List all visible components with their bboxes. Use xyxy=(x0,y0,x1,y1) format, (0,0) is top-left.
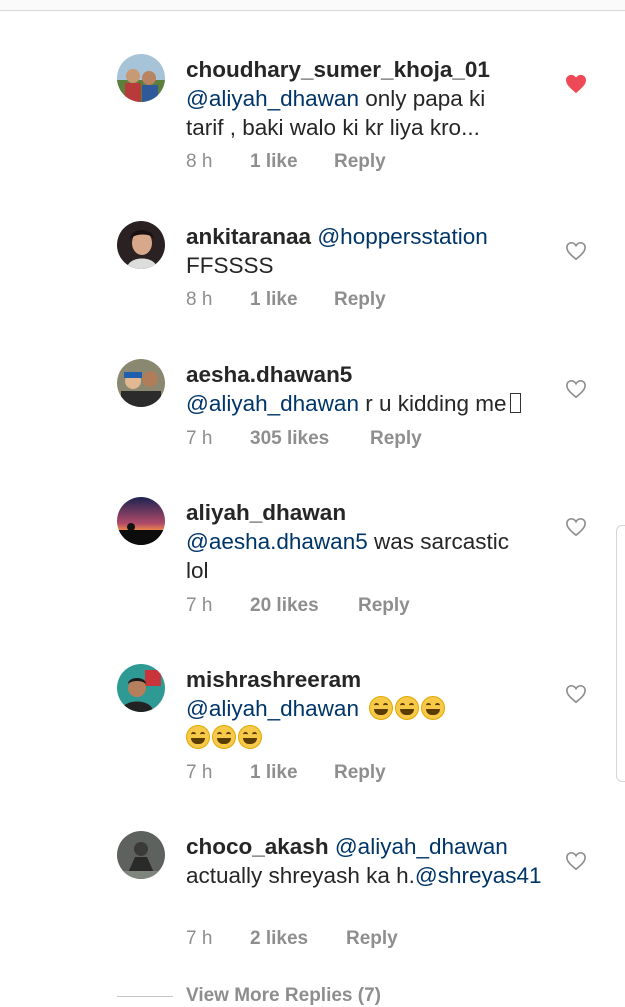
comment-likes[interactable]: 20 likes xyxy=(250,595,319,617)
top-divider xyxy=(0,0,625,11)
avatar[interactable] xyxy=(117,54,165,102)
heart-outline-icon[interactable] xyxy=(565,241,587,261)
comment-mention[interactable]: @aliyah_dhawan xyxy=(186,391,359,416)
reply-button[interactable]: Reply xyxy=(334,762,386,784)
comment-username[interactable]: ankitaranaa xyxy=(186,224,311,249)
comment-body: aliyah_dhawan @aesha.dhawan5 was sarcast… xyxy=(186,498,526,585)
comment-body: aesha.dhawan5 @aliyah_dhawan r u kidding… xyxy=(186,360,566,418)
comment-time: 8 h xyxy=(186,289,213,310)
avatar[interactable] xyxy=(117,221,165,269)
heart-outline-icon[interactable] xyxy=(565,517,587,537)
reply-button[interactable]: Reply xyxy=(334,151,386,173)
avatar[interactable] xyxy=(117,359,165,407)
comment-likes[interactable]: 1 like xyxy=(250,289,298,311)
avatar[interactable] xyxy=(117,831,165,879)
comment-time: 8 h xyxy=(186,151,213,172)
comment-body: mishrashreeram @aliyah_dhawan xyxy=(186,665,526,752)
reply-button[interactable]: Reply xyxy=(334,289,386,311)
heart-filled-icon[interactable] xyxy=(565,74,587,94)
laughing-emoji-icon xyxy=(238,725,262,749)
comment-likes[interactable]: 1 like xyxy=(250,151,298,173)
comment-mention[interactable]: @aesha.dhawan5 xyxy=(186,529,368,554)
comment-time: 7 h xyxy=(186,762,213,783)
reply-button[interactable]: Reply xyxy=(370,428,422,450)
comment-mention[interactable]: @shreyas41 xyxy=(415,863,542,888)
emoji-placeholder-icon xyxy=(509,393,521,413)
laughing-emoji-icon xyxy=(421,696,446,720)
comment-likes[interactable]: 1 like xyxy=(250,762,298,784)
heart-outline-icon[interactable] xyxy=(565,379,587,399)
comment-username[interactable]: aesha.dhawan5 xyxy=(186,362,352,387)
comment-mention[interactable]: @aliyah_dhawan xyxy=(186,696,359,721)
laughing-emoji-icon xyxy=(212,725,236,749)
heart-outline-icon[interactable] xyxy=(565,684,587,704)
comment-text: r u kidding me xyxy=(358,391,507,416)
comment-mention[interactable]: @aliyah_dhawan xyxy=(186,86,359,111)
comment-username[interactable]: mishrashreeram xyxy=(186,667,361,692)
comment-username[interactable]: choudhary_sumer_khoja_01 xyxy=(186,57,490,82)
comment-text: actually shreyash ka h. xyxy=(186,863,415,888)
reply-button[interactable]: Reply xyxy=(346,928,398,950)
avatar[interactable] xyxy=(117,664,165,712)
reply-button[interactable]: Reply xyxy=(358,595,410,617)
scrollbar[interactable] xyxy=(616,525,625,782)
heart-outline-icon[interactable] xyxy=(565,851,587,871)
comment-username[interactable]: aliyah_dhawan xyxy=(186,500,346,525)
comment-likes[interactable]: 2 likes xyxy=(250,928,308,950)
comment-body: choudhary_sumer_khoja_01 @aliyah_dhawan … xyxy=(186,55,526,142)
laughing-emoji-icon xyxy=(186,725,210,749)
comment-time: 7 h xyxy=(186,595,213,616)
view-more-divider xyxy=(117,996,173,997)
laughing-emoji-icon xyxy=(395,696,420,720)
view-more-replies-link[interactable]: View More Replies (7) xyxy=(186,985,381,1007)
comment-mention[interactable]: @aliyah_dhawan xyxy=(335,834,508,859)
comment-body: ankitaranaa @hoppersstation FFSSSS xyxy=(186,222,526,280)
avatar[interactable] xyxy=(117,497,165,545)
comment-text: FFSSSS xyxy=(186,253,274,278)
comment-mention[interactable]: @hoppersstation xyxy=(317,224,487,249)
comment-username[interactable]: choco_akash xyxy=(186,834,329,859)
comment-time: 7 h xyxy=(186,928,213,949)
comment-likes[interactable]: 305 likes xyxy=(250,428,329,450)
laughing-emoji-icon xyxy=(369,696,394,720)
comment-time: 7 h xyxy=(186,428,213,449)
comment-body: choco_akash @aliyah_dhawan actually shre… xyxy=(186,832,546,890)
